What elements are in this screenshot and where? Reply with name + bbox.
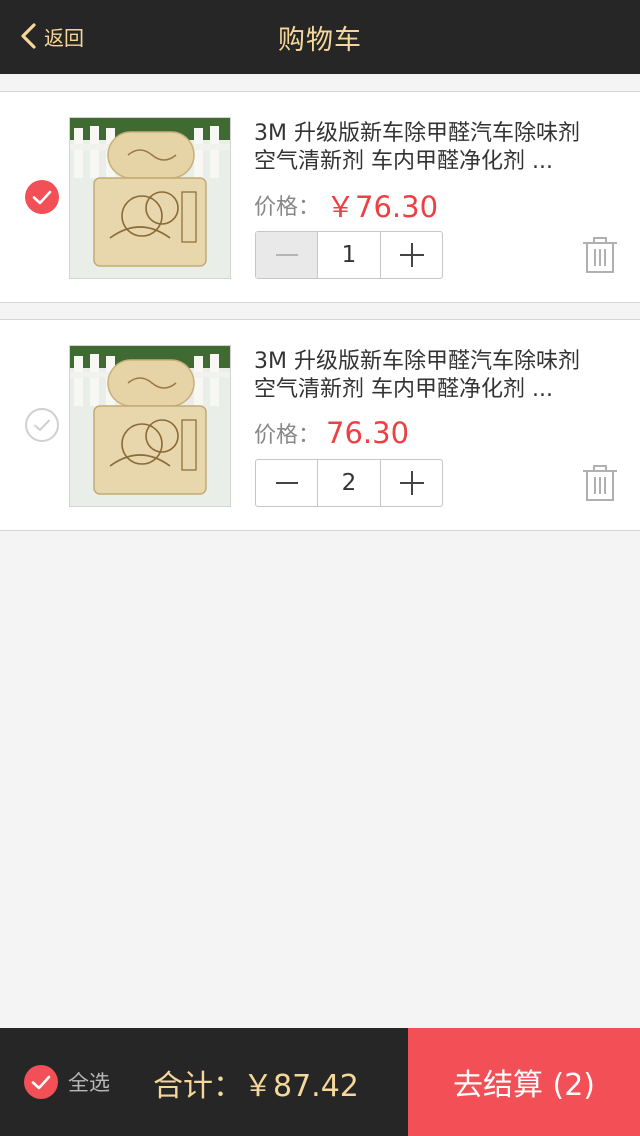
minus-icon xyxy=(276,254,298,256)
product-title-line: 空气清新剂 车内甲醛净化剂 ... xyxy=(254,149,553,174)
trash-icon xyxy=(583,465,617,501)
increase-quantity-button[interactable] xyxy=(380,232,442,278)
price-row: 价格： ￥76.30 xyxy=(254,188,438,224)
price-label: 价格： xyxy=(254,423,321,448)
decrease-quantity-button[interactable] xyxy=(256,232,318,278)
product-title[interactable]: 3M 升级版新车除甲醛汽车除味剂 空气清新剂 车内甲醛净化剂 ... xyxy=(254,120,626,176)
minus-icon xyxy=(276,482,298,484)
price-value: 76.30 xyxy=(326,416,410,450)
checkout-bar: 全选 合计：￥87.42 去结算 (2) xyxy=(0,1028,640,1136)
select-all-checkbox[interactable] xyxy=(24,1065,58,1099)
price-label: 价格： xyxy=(254,195,321,220)
product-title[interactable]: 3M 升级版新车除甲醛汽车除味剂 空气清新剂 车内甲醛净化剂 ... xyxy=(254,348,626,404)
price-row: 价格： 76.30 xyxy=(254,416,409,450)
cart-item: 3M 升级版新车除甲醛汽车除味剂 空气清新剂 车内甲醛净化剂 ... 价格： ￥… xyxy=(0,91,640,303)
product-title-line: 空气清新剂 车内甲醛净化剂 ... xyxy=(254,377,553,402)
quantity-value[interactable]: 1 xyxy=(318,232,380,278)
quantity-value[interactable]: 2 xyxy=(318,460,380,506)
plus-icon xyxy=(400,243,424,267)
delete-item-button[interactable] xyxy=(580,234,620,276)
check-icon xyxy=(32,190,52,205)
product-title-line: 3M 升级版新车除甲醛汽车除味剂 xyxy=(254,349,580,374)
product-title-line: 3M 升级版新车除甲醛汽车除味剂 xyxy=(254,121,580,146)
check-icon xyxy=(31,1075,51,1090)
page-title: 购物车 xyxy=(278,25,362,56)
product-image[interactable] xyxy=(69,345,231,507)
quantity-stepper: 1 xyxy=(255,231,443,279)
plus-icon xyxy=(400,471,424,495)
product-photo xyxy=(70,118,230,278)
total-price: 合计：￥87.42 xyxy=(153,1069,359,1104)
quantity-stepper: 2 xyxy=(255,459,443,507)
product-image[interactable] xyxy=(69,117,231,279)
delete-item-button[interactable] xyxy=(580,462,620,504)
select-all-label: 全选 xyxy=(68,1071,110,1095)
check-icon xyxy=(34,419,50,431)
checkout-button[interactable]: 去结算 (2) xyxy=(408,1028,640,1136)
price-value: ￥76.30 xyxy=(326,190,439,224)
decrease-quantity-button[interactable] xyxy=(256,460,318,506)
increase-quantity-button[interactable] xyxy=(380,460,442,506)
item-select-checkbox[interactable] xyxy=(25,408,59,442)
product-photo xyxy=(70,346,230,506)
cart-item: 3M 升级版新车除甲醛汽车除味剂 空气清新剂 车内甲醛净化剂 ... 价格： 7… xyxy=(0,319,640,531)
item-select-checkbox[interactable] xyxy=(25,180,59,214)
select-all-toggle[interactable]: 全选 xyxy=(24,1065,110,1099)
top-nav-bar: 返回 购物车 xyxy=(0,0,640,74)
trash-icon xyxy=(583,237,617,273)
